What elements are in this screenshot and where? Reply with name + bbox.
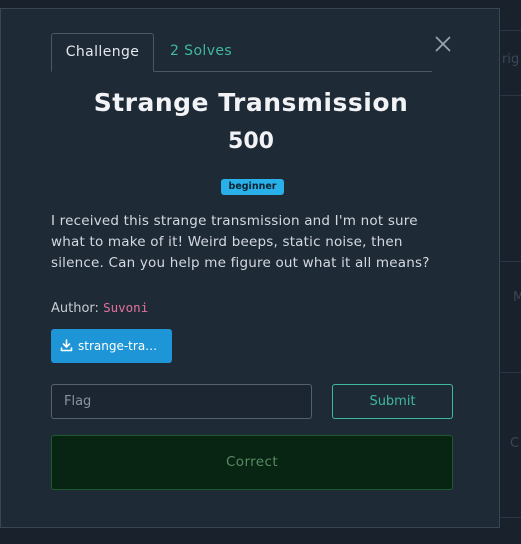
flag-input[interactable]: [51, 384, 312, 419]
challenge-points: 500: [228, 129, 274, 154]
author-line: Author: Suvoni: [51, 300, 148, 316]
background-divider: [500, 95, 521, 97]
difficulty-badge: beginner: [221, 179, 284, 195]
challenge-modal: Challenge 2 Solves Strange Transmission …: [0, 8, 500, 528]
background-text: M: [513, 290, 521, 305]
background-divider: [500, 517, 521, 519]
download-file-button[interactable]: strange-tra…: [51, 329, 172, 363]
close-icon: [435, 36, 451, 52]
author-label: Author:: [51, 301, 99, 316]
background-divider: [500, 261, 521, 263]
download-file-label: strange-tra…: [78, 339, 158, 353]
background-divider: [500, 30, 521, 32]
background-divider: [500, 372, 521, 374]
result-status: Correct: [51, 435, 453, 490]
background-text: C: [510, 436, 520, 451]
author-name: Suvoni: [103, 300, 149, 315]
submit-button[interactable]: Submit: [332, 384, 453, 419]
download-icon: [60, 339, 73, 352]
tab-challenge[interactable]: Challenge: [51, 33, 154, 72]
modal-tabs: Challenge 2 Solves: [51, 33, 432, 72]
tab-solves[interactable]: 2 Solves: [170, 33, 232, 71]
background-text: rig: [502, 52, 520, 67]
challenge-title: Strange Transmission: [93, 88, 409, 117]
close-button[interactable]: [433, 34, 453, 54]
challenge-description: I received this strange transmission and…: [51, 213, 430, 271]
